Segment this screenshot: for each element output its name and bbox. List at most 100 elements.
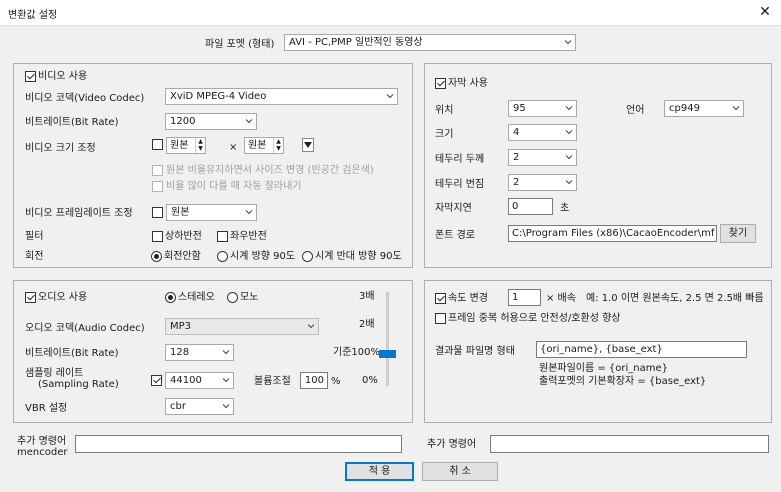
volume-slider-thumb[interactable] bbox=[379, 349, 396, 358]
cancel-button[interactable]: 취 소 bbox=[422, 462, 498, 481]
mono-label: 모노 bbox=[240, 292, 259, 303]
speed-input[interactable]: 1 bbox=[508, 289, 541, 306]
audio-codec-value: MP3 bbox=[170, 321, 192, 332]
flip-vertical-checkbox[interactable] bbox=[152, 231, 163, 242]
subtitle-border-width-select[interactable]: 2 bbox=[508, 149, 577, 166]
audio-use-label: 오디오 사용 bbox=[38, 292, 88, 303]
chevron-down-icon bbox=[222, 404, 230, 409]
video-bitrate-value: 1200 bbox=[170, 116, 196, 127]
auto-crop-checkbox[interactable] bbox=[152, 181, 163, 192]
chevron-down-icon bbox=[386, 94, 394, 99]
subtitle-border-width-value: 2 bbox=[513, 152, 520, 163]
rotate-none-radio[interactable] bbox=[151, 251, 162, 262]
audio-use-checkbox[interactable] bbox=[25, 292, 36, 303]
subtitle-language-value: cp949 bbox=[669, 103, 700, 114]
video-framerate-select[interactable]: 원본 bbox=[166, 204, 257, 221]
volume-scale-3x: 3배 bbox=[359, 291, 375, 302]
audio-codec-select[interactable]: MP3 bbox=[165, 318, 319, 335]
audio-codec-label: 오디오 코덱(Audio Codec) bbox=[25, 323, 145, 334]
chevron-down-icon bbox=[564, 40, 572, 45]
subtitle-use-label: 자막 사용 bbox=[448, 78, 488, 89]
rotate-cw-radio[interactable] bbox=[217, 251, 228, 262]
font-path-label: 폰트 경로 bbox=[435, 230, 475, 241]
sampling-rate-checkbox[interactable] bbox=[151, 375, 162, 386]
video-framerate-checkbox[interactable] bbox=[152, 207, 163, 218]
vbr-select[interactable]: cbr bbox=[165, 398, 234, 415]
output-name-input[interactable]: {ori_name}, {base_ext} bbox=[536, 341, 747, 358]
chevron-down-icon bbox=[245, 210, 253, 215]
ori-name-note: 원본파일이름 = {ori_name} bbox=[539, 363, 669, 374]
speed-example-note: 예: 1.0 이면 원본속도, 2.5 면 2.5배 빠름 bbox=[586, 293, 764, 304]
auto-crop-label: 비율 많이 다를 때 자동 잘라내기 bbox=[166, 181, 302, 192]
mencoder-extra-sublabel: mencoder bbox=[17, 447, 68, 458]
subtitle-use-checkbox[interactable] bbox=[435, 78, 446, 89]
video-use-label: 비디오 사용 bbox=[38, 71, 88, 82]
speed-change-checkbox[interactable] bbox=[435, 293, 446, 304]
flip-horizontal-label: 좌우반전 bbox=[230, 231, 267, 242]
size-times-label: × bbox=[229, 142, 238, 153]
flip-horizontal-checkbox[interactable] bbox=[217, 231, 228, 242]
title-bar: 변환값 설정 ✕ bbox=[0, 0, 781, 26]
frame-dup-checkbox[interactable] bbox=[435, 313, 446, 324]
mencoder-extra-input[interactable] bbox=[75, 435, 402, 453]
subtitle-size-select[interactable]: 4 bbox=[508, 124, 577, 141]
keep-ratio-label: 원본 비율유지하면서 사이즈 변경 (빈공간 검은색) bbox=[166, 165, 374, 176]
video-framerate-value: 원본 bbox=[171, 207, 190, 218]
keep-ratio-checkbox[interactable] bbox=[152, 165, 163, 176]
vbr-label: VBR 설정 bbox=[25, 403, 68, 414]
video-height-spinner[interactable]: 원본 ▲ ▼ bbox=[244, 137, 284, 154]
rotate-ccw-radio[interactable] bbox=[302, 251, 313, 262]
window-title: 변환값 설정 bbox=[8, 10, 58, 21]
format-label: 파일 포멧 (형태) bbox=[205, 39, 275, 50]
stereo-radio[interactable] bbox=[165, 292, 176, 303]
video-size-checkbox[interactable] bbox=[152, 139, 163, 150]
sampling-rate-sublabel: (Sampling Rate) bbox=[38, 379, 119, 390]
base-ext-note: 출력포멧의 기본확장자 = {base_ext} bbox=[539, 376, 707, 387]
chevron-down-icon bbox=[222, 378, 230, 383]
volume-input[interactable]: 100 bbox=[300, 372, 328, 389]
font-path-input[interactable]: C:\Program Files (x86)\CacaoEncoder\mf bbox=[508, 225, 717, 242]
video-bitrate-select[interactable]: 1200 bbox=[165, 113, 257, 130]
volume-scale-zero: 0% bbox=[362, 375, 378, 386]
subtitle-position-select[interactable]: 95 bbox=[508, 100, 577, 117]
spinner-arrows-icon[interactable]: ▲ ▼ bbox=[195, 138, 205, 153]
subtitle-delay-input[interactable]: 0 bbox=[508, 198, 553, 215]
apply-button[interactable]: 적 용 bbox=[345, 462, 414, 481]
rotate-ccw-label: 시계 반대 방향 90도 bbox=[315, 251, 402, 262]
video-width-value: 원본 bbox=[170, 140, 189, 151]
sampling-rate-value: 44100 bbox=[170, 375, 202, 386]
sampling-rate-select[interactable]: 44100 bbox=[165, 372, 234, 389]
subtitle-language-label: 언어 bbox=[626, 105, 645, 116]
subtitle-language-select[interactable]: cp949 bbox=[664, 100, 744, 117]
audio-bitrate-value: 128 bbox=[170, 347, 190, 358]
video-width-spinner[interactable]: 원본 ▲ ▼ bbox=[166, 137, 206, 154]
mono-radio[interactable] bbox=[227, 292, 238, 303]
preset-dropdown-icon[interactable] bbox=[302, 138, 314, 152]
close-icon[interactable]: ✕ bbox=[755, 1, 775, 23]
stereo-label: 스테레오 bbox=[178, 292, 215, 303]
subtitle-border-width-label: 테두리 두께 bbox=[435, 154, 485, 165]
volume-scale-2x: 2배 bbox=[359, 319, 375, 330]
volume-scale-base: 기준100% bbox=[333, 347, 380, 358]
subtitle-position-value: 95 bbox=[513, 103, 526, 114]
subtitle-border-blur-value: 2 bbox=[513, 177, 520, 188]
chevron-down-icon bbox=[565, 180, 573, 185]
extra-command-input[interactable] bbox=[490, 435, 769, 453]
vbr-value: cbr bbox=[170, 401, 186, 412]
video-bitrate-label: 비트레이트(Bit Rate) bbox=[25, 117, 119, 128]
font-browse-button[interactable]: 찾기 bbox=[720, 224, 756, 243]
frame-dup-label: 프레임 중복 허용으로 안전성/호환성 향상 bbox=[448, 313, 621, 324]
spinner-arrows-icon[interactable]: ▲ ▼ bbox=[273, 138, 283, 153]
chevron-down-icon bbox=[565, 106, 573, 111]
rotate-label: 회전 bbox=[25, 251, 44, 262]
video-use-checkbox[interactable] bbox=[25, 71, 36, 82]
speed-change-label: 속도 변경 bbox=[448, 293, 488, 304]
volume-label: 볼륨조절 bbox=[254, 376, 291, 387]
format-select[interactable]: AVI - PC,PMP 일반적인 동영상 bbox=[284, 34, 576, 51]
video-codec-select[interactable]: XviD MPEG-4 Video bbox=[165, 88, 398, 105]
volume-slider-track[interactable] bbox=[386, 292, 389, 386]
chevron-down-icon bbox=[732, 106, 740, 111]
audio-bitrate-select[interactable]: 128 bbox=[165, 344, 234, 361]
subtitle-border-blur-select[interactable]: 2 bbox=[508, 174, 577, 191]
format-select-value: AVI - PC,PMP 일반적인 동영상 bbox=[289, 37, 423, 48]
